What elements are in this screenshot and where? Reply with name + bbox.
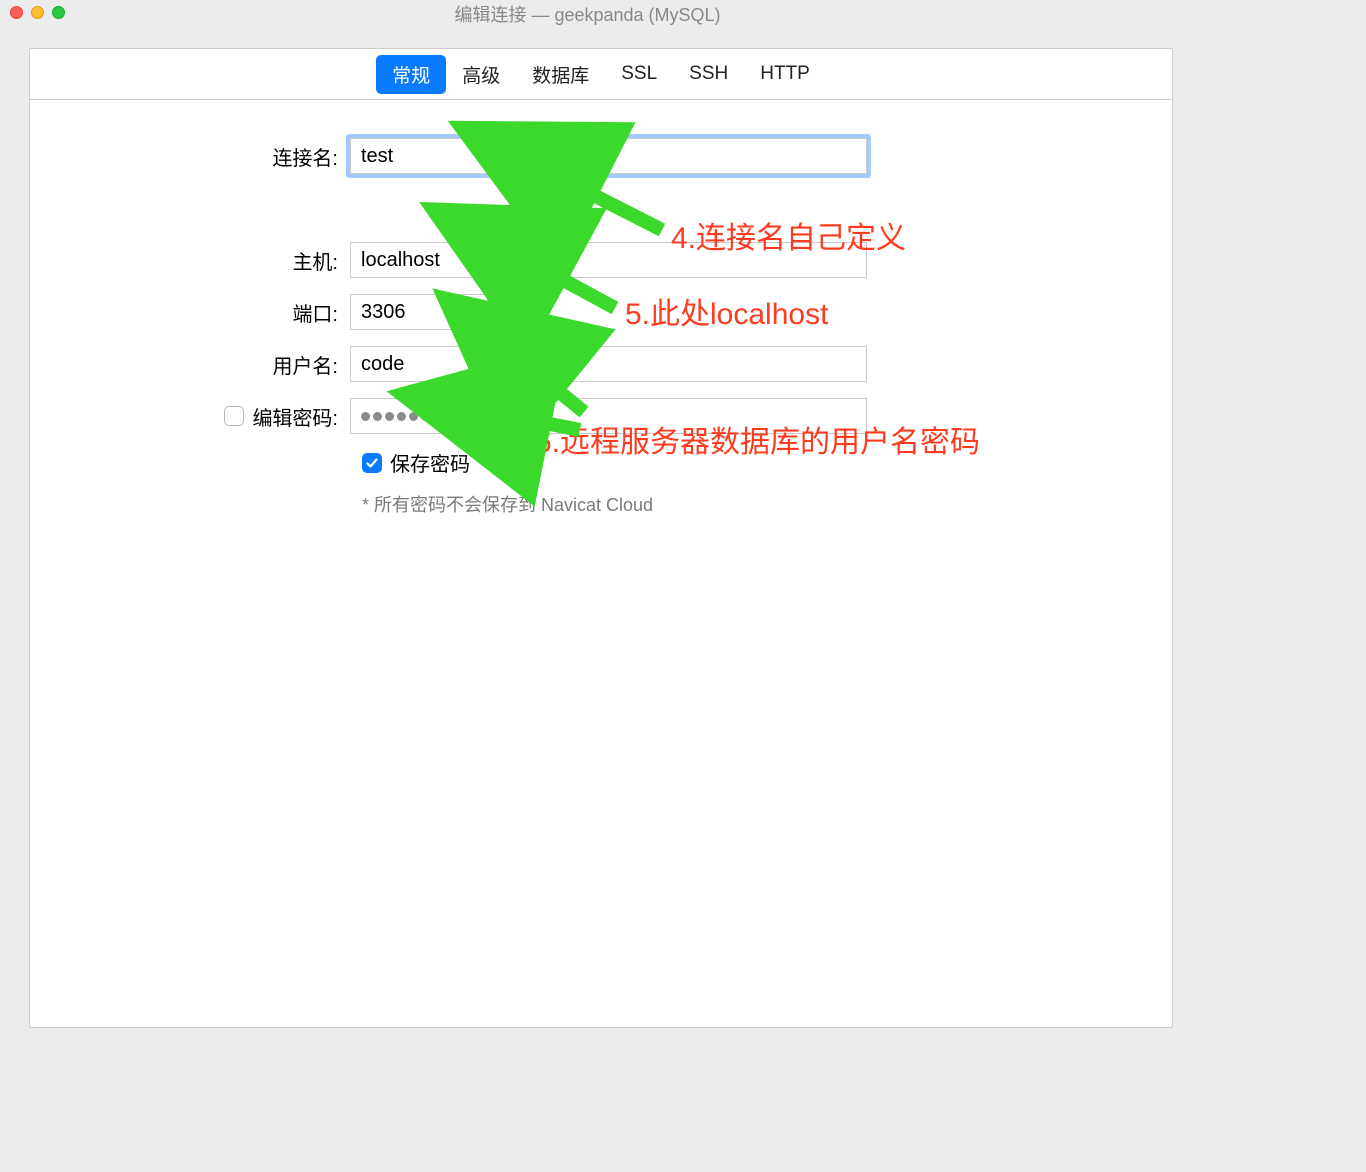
label-save-password: 保存密码: [390, 448, 470, 477]
connection-panel: 常规 高级 数据库 SSL SSH HTTP 连接名: 主机: 端口:: [29, 48, 1173, 1028]
password-input[interactable]: [350, 398, 867, 434]
label-edit-password: 编辑密码:: [252, 402, 338, 431]
window-titlebar: 编辑连接 — geekpanda (MySQL): [0, 0, 1175, 28]
username-input[interactable]: [350, 346, 867, 382]
label-port: 端口:: [30, 298, 350, 327]
check-icon: [365, 456, 379, 470]
zoom-icon[interactable]: [52, 6, 65, 19]
label-connection-name: 连接名:: [30, 142, 350, 171]
label-username: 用户名:: [30, 350, 350, 379]
cloud-password-hint: * 所有密码不会保存到 Navicat Cloud: [362, 491, 1172, 517]
tab-bar: 常规 高级 数据库 SSL SSH HTTP: [30, 49, 1172, 100]
label-host: 主机:: [30, 246, 350, 275]
tab-general[interactable]: 常规: [376, 55, 446, 94]
port-input[interactable]: [350, 294, 488, 330]
tab-ssh[interactable]: SSH: [673, 57, 744, 91]
close-icon[interactable]: [10, 6, 23, 19]
tab-advanced[interactable]: 高级: [446, 55, 516, 94]
minimize-icon[interactable]: [31, 6, 44, 19]
general-form: 连接名: 主机: 端口: 用户名:: [30, 100, 1172, 517]
window-title: 编辑连接 — geekpanda (MySQL): [0, 1, 1175, 27]
edit-password-checkbox[interactable]: [224, 406, 244, 426]
window-controls: [10, 6, 65, 19]
host-input[interactable]: [350, 242, 867, 278]
connection-name-input[interactable]: [350, 138, 867, 174]
save-password-checkbox[interactable]: [362, 453, 382, 473]
tab-database[interactable]: 数据库: [516, 55, 605, 94]
tab-http[interactable]: HTTP: [744, 57, 826, 91]
tab-ssl[interactable]: SSL: [605, 57, 673, 91]
